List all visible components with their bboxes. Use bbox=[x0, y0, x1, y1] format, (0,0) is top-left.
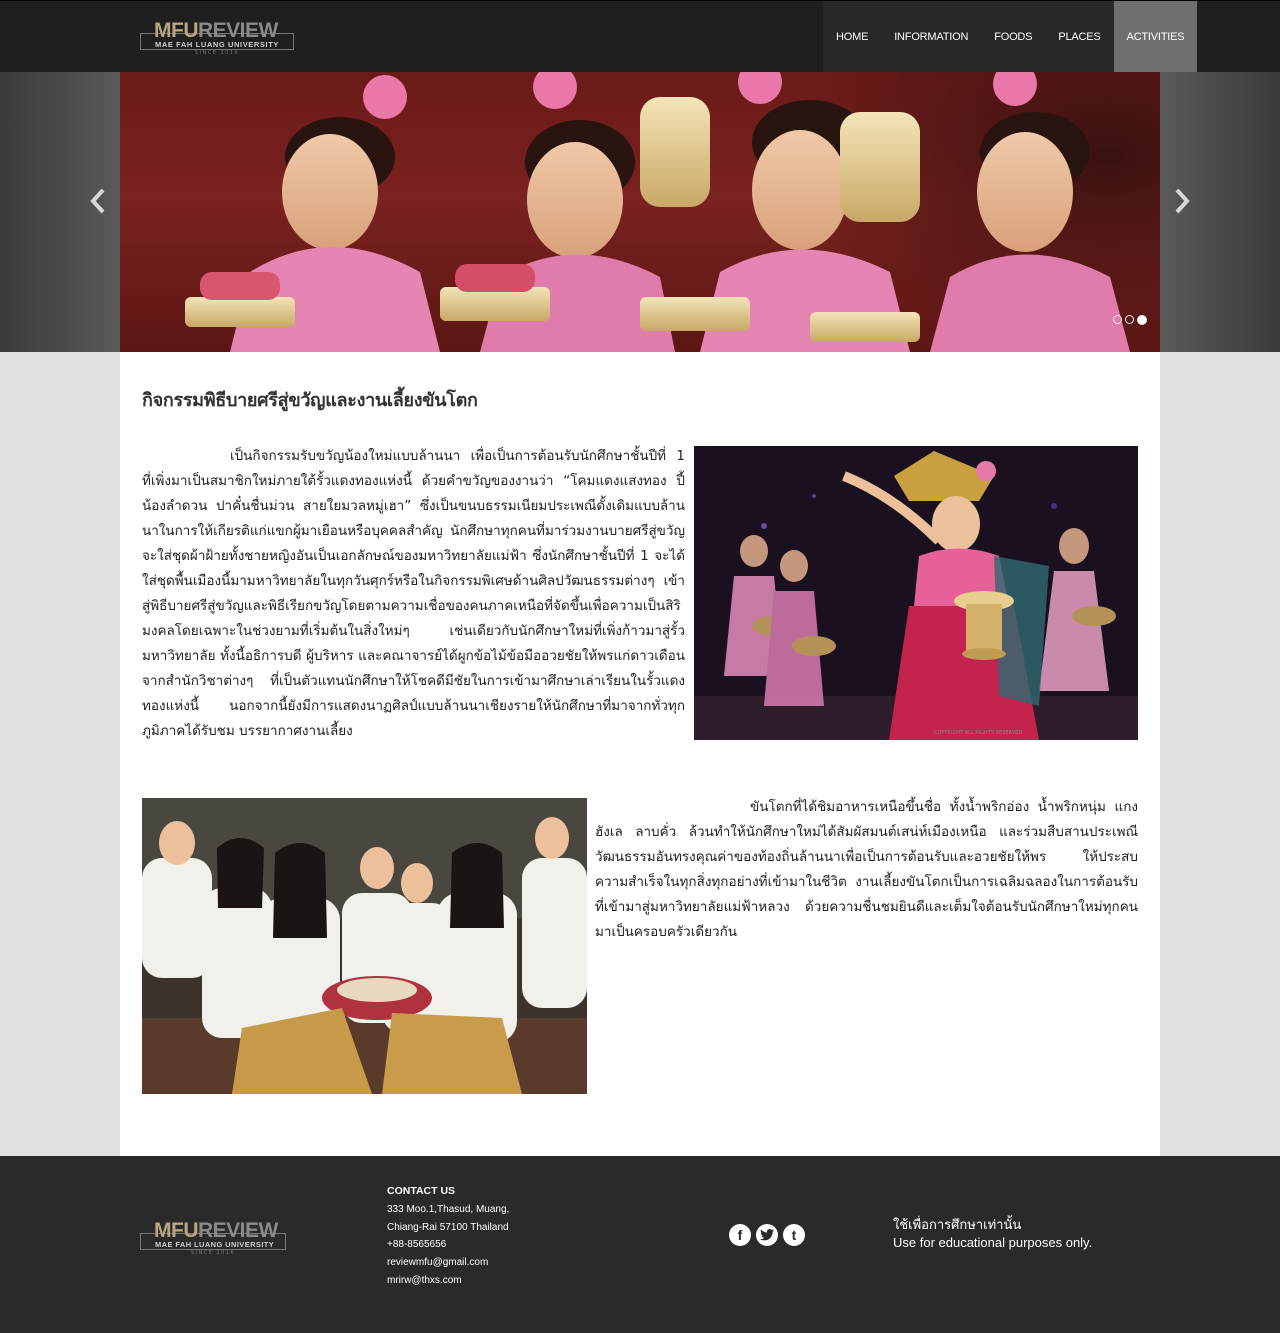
logo-subtitle: MAE FAH LUANG UNIVERSITY bbox=[154, 40, 280, 49]
logo-since: SINCE 2016 bbox=[194, 50, 240, 56]
nav-information[interactable]: INFORMATION bbox=[881, 1, 981, 72]
footer-logo-subtitle: MAE FAH LUANG UNIVERSITY bbox=[154, 1240, 276, 1249]
nav-home[interactable]: HOME bbox=[823, 1, 881, 72]
hero-carousel bbox=[0, 72, 1280, 352]
nav-foods[interactable]: FOODS bbox=[981, 1, 1045, 72]
facebook-icon[interactable]: f bbox=[729, 1224, 751, 1246]
nav-activities[interactable]: ACTIVITIES bbox=[1113, 1, 1198, 72]
footer-logo-since: SINCE 2016 bbox=[190, 1250, 236, 1256]
site-footer: MFUREVIEW MAE FAH LUANG UNIVERSITY SINCE… bbox=[0, 1156, 1280, 1333]
hero-slide-image bbox=[120, 72, 1160, 352]
chevron-left-icon[interactable] bbox=[86, 186, 110, 216]
tumblr-icon[interactable]: t bbox=[783, 1224, 805, 1246]
site-logo[interactable]: MFUREVIEW MAE FAH LUANG UNIVERSITY SINCE… bbox=[138, 19, 296, 57]
note-thai: ใช้เพื่อการศึกษาเท่านั้น bbox=[893, 1217, 1022, 1232]
top-navbar: MFUREVIEW MAE FAH LUANG UNIVERSITY SINCE… bbox=[0, 0, 1280, 72]
contact-email-2[interactable]: mrirw@thxs.com bbox=[387, 1272, 509, 1290]
nav-places[interactable]: PLACES bbox=[1045, 1, 1113, 72]
contact-phone[interactable]: +88-8565656 bbox=[387, 1236, 509, 1254]
chevron-right-icon[interactable] bbox=[1170, 186, 1194, 216]
article-paragraph-2: ขันโตกที่ได้ชิมอาหารเหนือขึ้นชื่อ ทั้งน้… bbox=[595, 799, 1138, 940]
twitter-icon[interactable] bbox=[756, 1224, 778, 1246]
photo-watermark: COPYRIGHT ALL RIGHTS RESERVED bbox=[934, 730, 1022, 736]
contact-address-line-2: Chiang-Rai 57100 Thailand bbox=[387, 1221, 509, 1233]
contact-address-line-1: 333 Moo.1,Thasud, Muang, bbox=[387, 1203, 510, 1215]
footer-logo[interactable]: MFUREVIEW MAE FAH LUANG UNIVERSITY SINCE… bbox=[138, 1219, 288, 1257]
article-content: กิจกรรมพิธีบายศรีสู่ขวัญและงานเลี้ยงขันโ… bbox=[120, 352, 1160, 1156]
note-english: Use for educational purposes only. bbox=[893, 1235, 1093, 1250]
students-group-photo bbox=[142, 798, 587, 1094]
social-links: f t bbox=[729, 1224, 805, 1246]
contact-email-1[interactable]: reviewmfu@gmail.com bbox=[387, 1254, 509, 1272]
carousel-dot-3-active[interactable] bbox=[1137, 315, 1147, 325]
contact-heading: CONTACT US bbox=[387, 1185, 456, 1197]
main-nav: HOME INFORMATION FOODS PLACES ACTIVITIES bbox=[823, 1, 1198, 72]
article-paragraph-1: เป็นกิจกรรมรับขวัญน้องใหม่แบบล้านนา เพื่… bbox=[142, 448, 685, 739]
dance-performance-photo: COPYRIGHT ALL RIGHTS RESERVED bbox=[694, 446, 1138, 740]
carousel-indicators bbox=[1113, 315, 1147, 325]
carousel-dot-1[interactable] bbox=[1113, 315, 1122, 324]
contact-block: CONTACT US 333 Moo.1,Thasud, Muang, Chia… bbox=[387, 1183, 509, 1290]
carousel-dot-2[interactable] bbox=[1125, 315, 1134, 324]
dancers-illustration bbox=[185, 72, 1130, 352]
educational-use-note: ใช้เพื่อการศึกษาเท่านั้น Use for educati… bbox=[893, 1216, 1092, 1252]
page-title: กิจกรรมพิธีบายศรีสู่ขวัญและงานเลี้ยงขันโ… bbox=[142, 390, 478, 411]
